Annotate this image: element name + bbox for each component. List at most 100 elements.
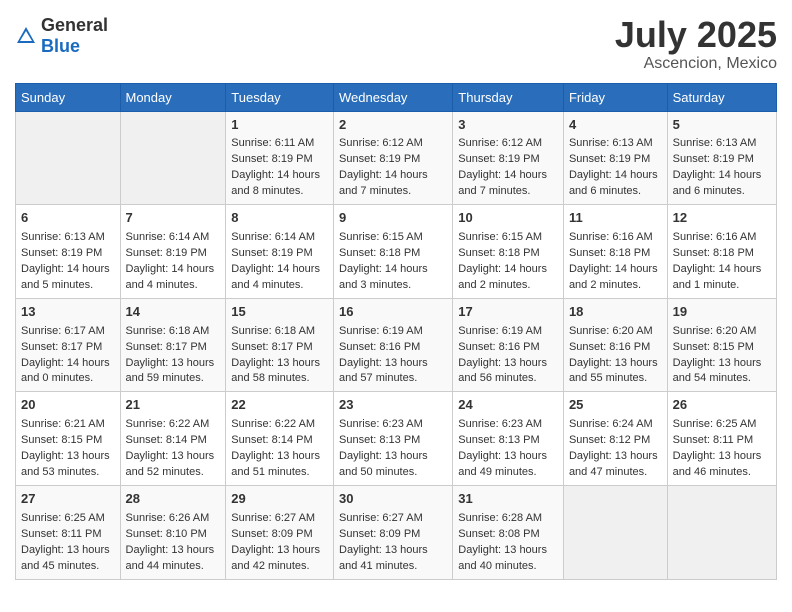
day-number: 14 [126,303,221,322]
calendar-day-cell: 14Sunrise: 6:18 AMSunset: 8:17 PMDayligh… [120,298,226,392]
sunrise-text: Sunrise: 6:14 AM [126,231,210,243]
calendar-header-cell: Wednesday [334,83,453,111]
sunrise-text: Sunrise: 6:16 AM [569,231,653,243]
calendar-week-row: 6 Sunrise: 6:13 AM Sunset: 8:19 PM Daylight… [16,205,777,299]
sunset-text: Sunset: 8:15 PM [21,434,102,446]
sunrise-text: Sunrise: 6:19 AM [458,325,542,337]
logo-blue: Blue [41,36,80,56]
calendar-day-cell: 29Sunrise: 6:27 AMSunset: 8:09 PMDayligh… [226,485,334,579]
calendar-day-cell: 2Sunrise: 6:12 AMSunset: 8:19 PMDaylight… [334,111,453,205]
sunrise-text: Sunrise: 6:22 AM [126,418,210,430]
sunset-text: Sunset: 8:08 PM [458,528,539,540]
sunrise-text: Sunrise: 6:14 AM [231,231,315,243]
sunrise-text: Sunrise: 6:17 AM [21,325,105,337]
day-number: 4 [569,116,662,135]
day-number: 30 [339,490,447,509]
sunset-text: Sunset: 8:18 PM [458,247,539,259]
sunrise-text: Sunrise: 6:23 AM [458,418,542,430]
sunset-text: Sunset: 8:19 PM [458,153,539,165]
day-number: 19 [673,303,771,322]
sunset-text: Sunset: 8:16 PM [339,341,420,353]
sunset-text: Sunset: 8:19 PM [21,247,102,259]
day-number: 9 [339,209,447,228]
sunrise-text: Sunrise: 6:25 AM [673,418,757,430]
daylight-text: Daylight: 14 hours and 6 minutes. [569,169,658,197]
day-number: 6 [21,209,115,228]
daylight-text: Daylight: 14 hours and 2 minutes. [458,263,547,291]
calendar-day-cell: 20Sunrise: 6:21 AMSunset: 8:15 PMDayligh… [16,392,121,486]
title-block: July 2025 Ascencion, Mexico [615,15,777,73]
calendar-day-cell: 25 Sunrise: 6:24 AM Sunset: 8:12 PM Dayligh… [563,392,667,486]
daylight-text: Daylight: 13 hours and 40 minutes. [458,544,547,572]
sunset-text: Sunset: 8:19 PM [231,247,312,259]
calendar-header-row: SundayMondayTuesdayWednesdayThursdayFrid… [16,83,777,111]
calendar-day-cell: 22 Sunrise: 6:22 AM Sunset: 8:14 PM Dayligh… [226,392,334,486]
calendar-day-cell: 1Sunrise: 6:11 AMSunset: 8:19 PMDaylight… [226,111,334,205]
sunrise-text: Sunrise: 6:18 AM [126,325,210,337]
sunset-text: Sunset: 8:17 PM [231,341,312,353]
daylight-text: Daylight: 14 hours and 3 minutes. [339,263,428,291]
day-number: 3 [458,116,558,135]
daylight-text: Daylight: 13 hours and 46 minutes. [673,450,762,478]
calendar-day-cell: 23Sunrise: 6:23 AMSunset: 8:13 PMDayligh… [334,392,453,486]
day-number: 23 [339,396,447,415]
calendar-day-cell: 18Sunrise: 6:20 AMSunset: 8:16 PMDayligh… [563,298,667,392]
day-number: 13 [21,303,115,322]
calendar-day-cell: 17Sunrise: 6:19 AMSunset: 8:16 PMDayligh… [453,298,564,392]
sunset-text: Sunset: 8:14 PM [126,434,207,446]
day-number: 29 [231,490,328,509]
calendar-day-cell: 9Sunrise: 6:15 AMSunset: 8:18 PMDaylight… [334,205,453,299]
sunset-text: Sunset: 8:11 PM [673,434,754,446]
day-number: 22 [231,396,328,415]
daylight-text: Daylight: 14 hours and 4 minutes. [126,263,215,291]
sunrise-text: Sunrise: 6:13 AM [569,137,653,149]
calendar-day-cell: 15Sunrise: 6:18 AMSunset: 8:17 PMDayligh… [226,298,334,392]
day-number: 17 [458,303,558,322]
calendar-header-cell: Tuesday [226,83,334,111]
calendar-day-cell: 6Sunrise: 6:13 AMSunset: 8:19 PMDaylight… [16,205,121,299]
sunset-text: Sunset: 8:15 PM [673,341,754,353]
calendar-day-cell: 30Sunrise: 6:27 AMSunset: 8:09 PMDayligh… [334,485,453,579]
day-number: 31 [458,490,558,509]
sunrise-text: Sunrise: 6:11 AM [231,137,314,149]
calendar-day-cell [120,111,226,205]
day-number: 27 [21,490,115,509]
sunset-text: Sunset: 8:19 PM [569,153,650,165]
day-number: 20 [21,396,115,415]
calendar-day-cell: 5Sunrise: 6:13 AMSunset: 8:19 PMDaylight… [667,111,776,205]
day-number: 10 [458,209,558,228]
sunset-text: Sunset: 8:19 PM [231,153,312,165]
sunrise-text: Sunrise: 6:26 AM [126,512,210,524]
day-number: 28 [126,490,221,509]
sunset-text: Sunset: 8:12 PM [569,434,650,446]
calendar-day-cell: 21Sunrise: 6:22 AMSunset: 8:14 PMDayligh… [120,392,226,486]
sunset-text: Sunset: 8:09 PM [231,528,312,540]
sunrise-text: Sunrise: 6:13 AM [21,231,105,243]
daylight-text: Daylight: 13 hours and 42 minutes. [231,544,320,572]
title-location: Ascencion, Mexico [615,55,777,73]
calendar-body: 1Sunrise: 6:11 AMSunset: 8:19 PMDaylight… [16,111,777,579]
sunset-text: Sunset: 8:13 PM [339,434,420,446]
sunrise-text: Sunrise: 6:22 AM [231,418,315,430]
logo-text: General Blue [41,15,108,57]
sunset-text: Sunset: 8:19 PM [126,247,207,259]
sunrise-text: Sunrise: 6:28 AM [458,512,542,524]
sunset-text: Sunset: 8:13 PM [458,434,539,446]
sunset-text: Sunset: 8:19 PM [339,153,420,165]
daylight-text: Daylight: 13 hours and 58 minutes. [231,357,320,385]
daylight-text: Daylight: 14 hours and 7 minutes. [458,169,547,197]
sunset-text: Sunset: 8:17 PM [21,341,102,353]
sunrise-text: Sunrise: 6:24 AM [569,418,653,430]
daylight-text: Daylight: 14 hours and 4 minutes. [231,263,320,291]
sunset-text: Sunset: 8:14 PM [231,434,312,446]
calendar-week-row: 27Sunrise: 6:25 AMSunset: 8:11 PMDayligh… [16,485,777,579]
daylight-text: Daylight: 13 hours and 47 minutes. [569,450,658,478]
sunrise-text: Sunrise: 6:12 AM [339,137,423,149]
day-number: 25 [569,396,662,415]
calendar-day-cell: 10Sunrise: 6:15 AMSunset: 8:18 PMDayligh… [453,205,564,299]
page-header: General Blue July 2025 Ascencion, Mexico [15,15,777,73]
sunrise-text: Sunrise: 6:27 AM [339,512,423,524]
day-number: 12 [673,209,771,228]
daylight-text: Daylight: 14 hours and 7 minutes. [339,169,428,197]
daylight-text: Daylight: 13 hours and 51 minutes. [231,450,320,478]
